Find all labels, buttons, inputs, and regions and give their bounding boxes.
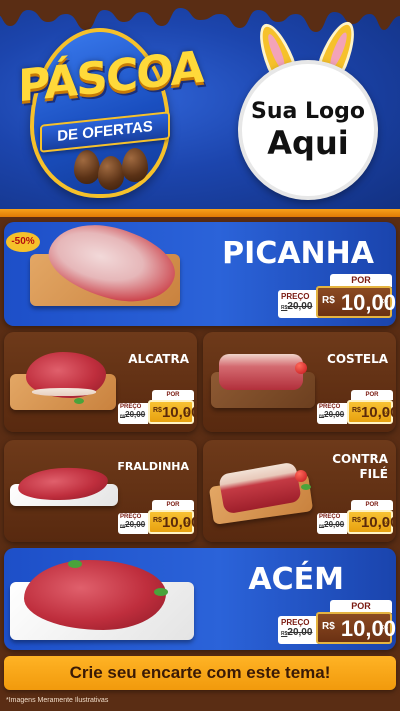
new-price-box: R$10,00 KG xyxy=(148,510,197,534)
new-price-box: R$10,00 KG xyxy=(347,510,396,534)
currency: R$ xyxy=(352,407,361,414)
old-price-box: PREÇO R$20,00 xyxy=(278,290,318,318)
logo-text-line1: Sua Logo xyxy=(250,99,365,124)
product-card-contra-file[interactable]: CONTRA FILÉ POR PREÇO R$20,00 R$10,00 KG xyxy=(203,440,396,542)
por-label: POR xyxy=(351,390,393,400)
tomato-icon xyxy=(295,470,307,482)
price-value: 10,00 xyxy=(161,514,197,531)
por-label: POR xyxy=(152,500,194,510)
herb-icon xyxy=(154,588,168,596)
currency: R$ xyxy=(153,517,162,524)
price-tag: POR PREÇO R$20,00 R$ 10,00 KG xyxy=(278,274,396,318)
logo-text-line2: Aqui xyxy=(267,124,349,162)
meat-fat xyxy=(32,388,96,396)
product-name: COSTELA xyxy=(327,352,388,366)
header-banner: PÁSCOA DE OFERTAS Sua Logo Aqui xyxy=(0,0,400,215)
old-price: 20,00 xyxy=(324,520,345,529)
old-price-box: PREÇO R$20,00 xyxy=(118,513,148,534)
currency: R$ xyxy=(153,407,162,414)
price-tag: POR PREÇO R$20,00 R$10,00 KG xyxy=(317,390,396,424)
currency: R$ xyxy=(322,621,335,632)
product-card-picanha[interactable]: PICANHA POR PREÇO R$20,00 R$ 10,00 KG xyxy=(4,222,396,326)
old-price-box: PREÇO R$20,00 xyxy=(317,403,347,424)
unit-label: KG xyxy=(184,520,190,525)
unit-label: KG xyxy=(184,410,190,415)
cta-button[interactable]: Crie seu encarte com este tema! xyxy=(4,656,396,690)
old-price: 20,00 xyxy=(287,627,313,638)
por-label: POR xyxy=(152,390,194,400)
price-tag: POR PREÇO R$20,00 R$10,00 KG xyxy=(317,500,396,534)
product-card-costela[interactable]: COSTELA POR PREÇO R$20,00 R$10,00 KG xyxy=(203,332,396,432)
price-tag: POR PREÇO R$20,00 R$10,00 KG xyxy=(118,500,197,534)
herb-icon xyxy=(68,560,82,568)
new-price-box: R$ 10,00 KG xyxy=(316,612,396,644)
unit-label: KG xyxy=(383,410,389,415)
product-name: CONTRA FILÉ xyxy=(332,452,388,482)
old-price: 20,00 xyxy=(125,410,146,419)
preco-label: PREÇO xyxy=(281,618,310,627)
unit-label: KG xyxy=(383,520,389,525)
price-tag: POR PREÇO R$20,00 R$10,00 KG xyxy=(118,390,197,424)
product-name: ALCATRA xyxy=(128,352,189,366)
product-name: PICANHA xyxy=(222,236,374,271)
product-name: ACÉM xyxy=(248,562,344,597)
disclaimer-text: *Imagens Meramente Ilustrativas xyxy=(6,697,109,704)
unit-label: KG xyxy=(380,625,389,631)
old-price-box: PREÇO R$20,00 xyxy=(118,403,148,424)
product-card-acem[interactable]: ACÉM POR PREÇO R$20,00 R$ 10,00 KG xyxy=(4,548,396,650)
product-name-line1: CONTRA xyxy=(332,452,388,466)
old-price-box: PREÇO R$20,00 xyxy=(278,616,318,644)
herb-icon xyxy=(74,398,84,404)
herb-icon xyxy=(301,484,311,490)
new-price-box: R$ 10,00 KG xyxy=(316,286,396,318)
product-card-alcatra[interactable]: ALCATRA POR PREÇO R$20,00 R$10,00 KG xyxy=(4,332,197,432)
new-price-box: R$10,00 KG xyxy=(148,400,197,424)
tomato-icon xyxy=(295,362,307,374)
price-value: 10,00 xyxy=(360,404,396,421)
old-price-box: PREÇO R$20,00 xyxy=(317,513,347,534)
new-price-box: R$10,00 KG xyxy=(347,400,396,424)
chocolate-egg-icon xyxy=(74,150,100,184)
orange-divider xyxy=(0,209,400,217)
por-label: POR xyxy=(351,500,393,510)
acem-meat-image xyxy=(24,560,166,630)
chocolate-egg-icon xyxy=(98,156,124,190)
costela-meat-image xyxy=(219,354,303,390)
price-value: 10,00 xyxy=(161,404,197,421)
product-name: FRALDINHA xyxy=(117,460,189,473)
currency: R$ xyxy=(322,295,335,306)
product-card-fraldinha[interactable]: FRALDINHA POR PREÇO R$20,00 R$10,00 KG xyxy=(4,440,197,542)
price-value: 10,00 xyxy=(360,514,396,531)
price-tag: POR PREÇO R$20,00 R$ 10,00 KG xyxy=(278,600,396,644)
preco-label: PREÇO xyxy=(281,292,310,301)
chocolate-egg-icon xyxy=(122,148,148,182)
old-price: 20,00 xyxy=(125,520,146,529)
old-price: 20,00 xyxy=(324,410,345,419)
unit-label: KG xyxy=(380,299,389,305)
old-price: 20,00 xyxy=(287,301,313,312)
product-name-line2: FILÉ xyxy=(359,467,388,481)
discount-badge: -50% xyxy=(6,232,40,252)
logo-placeholder[interactable]: Sua Logo Aqui xyxy=(238,60,378,200)
currency: R$ xyxy=(352,517,361,524)
